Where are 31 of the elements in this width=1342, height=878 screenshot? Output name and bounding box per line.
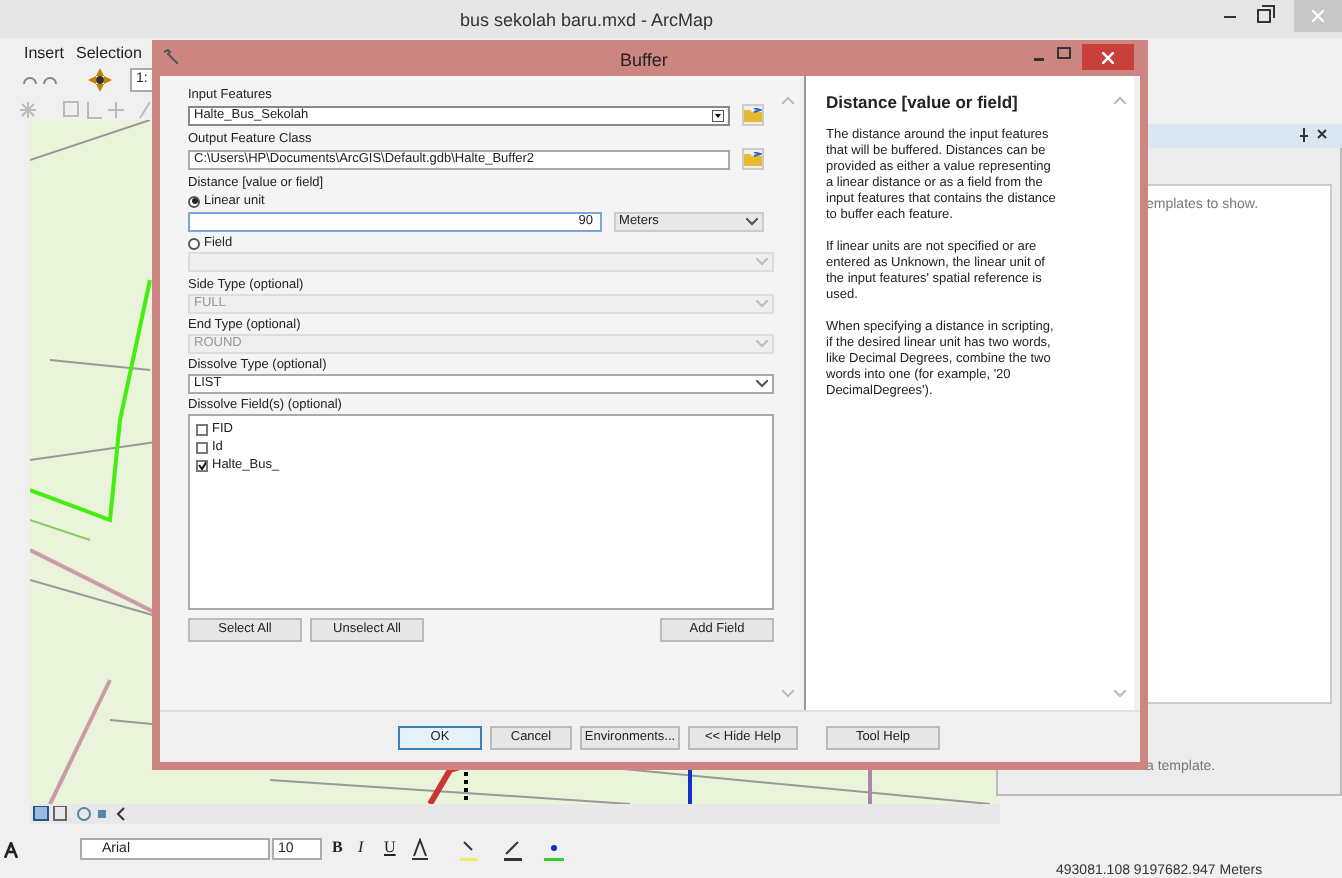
text-tool-icon[interactable] — [4, 842, 18, 858]
undo-icon[interactable] — [20, 72, 60, 88]
pin-icon[interactable] — [1300, 128, 1328, 142]
maximize-icon[interactable] — [1056, 46, 1072, 62]
format-button[interactable]: I — [358, 840, 364, 856]
close-icon — [1102, 51, 1114, 63]
help-heading: Distance [value or field] — [826, 92, 1020, 112]
restore-icon[interactable] — [1256, 4, 1276, 24]
pan-icon[interactable] — [88, 68, 112, 92]
caret-icon — [756, 340, 768, 348]
folder-icon[interactable] — [742, 148, 764, 170]
caret-icon — [756, 380, 768, 388]
checkbox[interactable] — [196, 423, 208, 435]
radio-button[interactable] — [188, 195, 200, 207]
close-button[interactable] — [1082, 44, 1134, 70]
format-button[interactable]: U — [384, 840, 396, 856]
field-dropdown[interactable] — [188, 252, 774, 272]
folder-icon[interactable] — [742, 104, 764, 126]
dropdown-arrow-icon — [712, 109, 724, 121]
hammer-icon — [162, 48, 178, 64]
format-button[interactable]: B — [332, 840, 343, 856]
window-title: bus sekolah baru.mxd - ArcMap — [460, 8, 714, 34]
caret-icon — [756, 300, 768, 308]
caret-icon — [756, 258, 768, 266]
menu-item[interactable]: Insert — [24, 42, 65, 66]
menu-item[interactable]: Selection — [76, 42, 142, 66]
radio-button[interactable] — [188, 237, 200, 249]
checkbox[interactable] — [196, 441, 208, 453]
dialog-title: Buffer — [620, 48, 668, 74]
checkbox[interactable] — [196, 459, 208, 471]
caret-icon — [746, 218, 758, 226]
